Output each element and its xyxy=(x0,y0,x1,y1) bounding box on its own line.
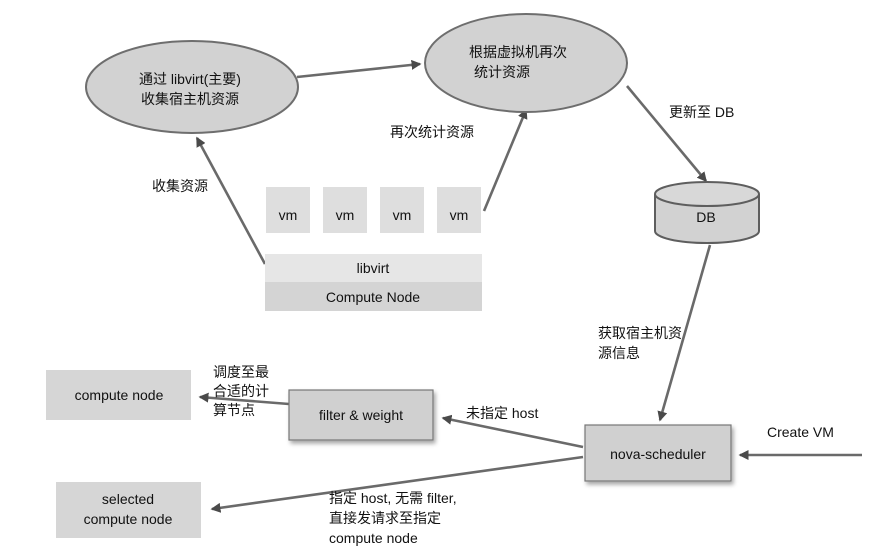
vm-label-1: vm xyxy=(279,207,298,223)
recount-edge-label: 再次统计资源 xyxy=(390,124,474,140)
selected-node-line1: selected xyxy=(102,491,154,507)
nova-scheduler-diagram: 通过 libvirt(主要) 收集宿主机资源 根据虚拟机再次 统计资源 DB v… xyxy=(46,13,862,546)
create-vm-label: Create VM xyxy=(767,424,834,440)
collect-label: 收集资源 xyxy=(152,178,208,194)
no-host-label: 未指定 host xyxy=(466,405,538,421)
compute-node-target-label: compute node xyxy=(75,387,164,403)
libvirt-collect-line1: 通过 libvirt(主要) xyxy=(139,71,241,87)
fetch-label-line1: 获取宿主机资 xyxy=(598,325,682,341)
libvirt-collect-line2: 收集宿主机资源 xyxy=(141,91,239,107)
recount-line1: 根据虚拟机再次 xyxy=(469,44,567,60)
arrow-no-host xyxy=(441,414,584,449)
recount-node xyxy=(424,13,628,113)
filter-weight-label: filter & weight xyxy=(319,407,403,423)
schedule-label-line2: 合适的计 xyxy=(213,383,269,399)
vm-label-4: vm xyxy=(450,207,469,223)
vm-label-2: vm xyxy=(336,207,355,223)
arrow-recount xyxy=(482,108,528,212)
specified-host-line1: 指定 host, 无需 filter, xyxy=(329,490,457,506)
specified-host-line3: compute node xyxy=(329,530,418,546)
fetch-label-line2: 源信息 xyxy=(598,345,640,361)
compute-node-label: Compute Node xyxy=(326,289,420,305)
vm-label-3: vm xyxy=(393,207,412,223)
arrow-to-recount xyxy=(296,59,422,79)
recount-line2: 统计资源 xyxy=(474,64,530,80)
libvirt-collect-node xyxy=(85,40,299,134)
selected-node-line2: compute node xyxy=(84,511,173,527)
arrow-update-db xyxy=(626,85,707,183)
arrow-collect xyxy=(195,136,267,265)
update-db-label: 更新至 DB xyxy=(669,104,734,120)
specified-host-line2: 直接发请求至指定 xyxy=(329,510,441,526)
schedule-label-line1: 调度至最 xyxy=(213,364,269,380)
libvirt-label: libvirt xyxy=(357,260,390,276)
nova-scheduler-label: nova-scheduler xyxy=(610,446,706,462)
schedule-label-line3: 算节点 xyxy=(213,402,255,418)
db-label: DB xyxy=(696,209,715,225)
